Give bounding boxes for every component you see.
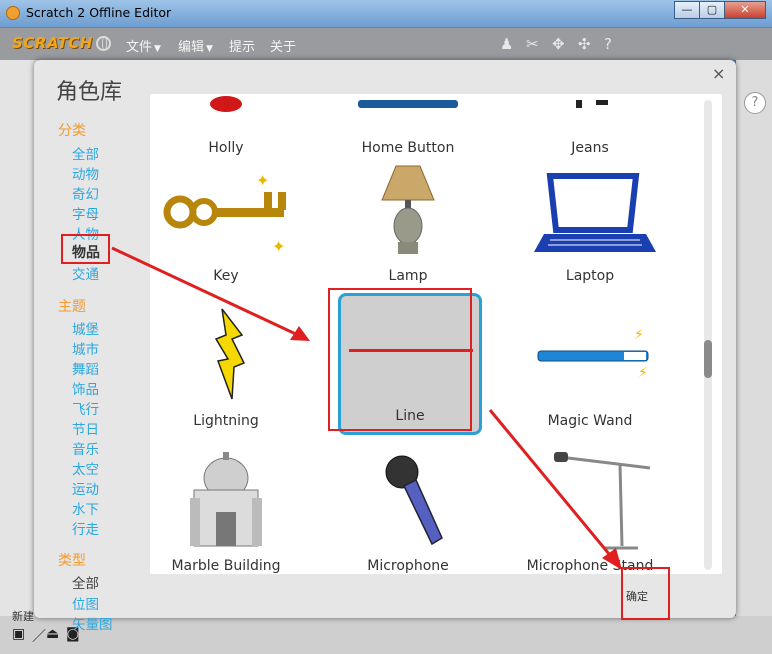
theme-flying[interactable]: 飞行	[72, 398, 99, 418]
sprite-tile-marble-building[interactable]: Marble Building	[150, 444, 302, 574]
help-icon[interactable]: ?	[604, 35, 612, 53]
theme-dance[interactable]: 舞蹈	[72, 358, 99, 378]
scratch-logo[interactable]: SCRATCH	[12, 34, 93, 52]
sprite-label: Marble Building	[171, 558, 281, 574]
editor-background-bottom	[0, 616, 772, 654]
microphone-stand-thumbnail	[554, 452, 651, 550]
sprite-label: Magic Wand	[547, 413, 633, 429]
key-thumbnail: ✦ ✦	[163, 171, 286, 256]
theme-city[interactable]: 城市	[72, 338, 99, 358]
chevron-down-icon: ▼	[206, 44, 213, 54]
menu-edit[interactable]: 编辑 ▼	[178, 36, 213, 55]
theme-castle[interactable]: 城堡	[72, 318, 99, 338]
theme-holiday[interactable]: 节日	[72, 418, 99, 438]
category-all[interactable]: 全部	[72, 143, 99, 163]
lamp-thumbnail	[381, 165, 435, 254]
window-title: Scratch 2 Offline Editor	[26, 5, 172, 20]
type-vector[interactable]: 矢量图	[72, 613, 113, 633]
sprite-tile-lamp[interactable]: Lamp	[332, 154, 484, 292]
category-fantasy[interactable]: 奇幻	[72, 183, 99, 203]
annotation-box-ok	[621, 567, 670, 620]
scratch-app-icon	[6, 6, 20, 20]
close-window-button[interactable]: ✕	[724, 1, 766, 19]
sprite-tile-laptop[interactable]: Laptop	[514, 154, 666, 292]
grid-scrollbar[interactable]	[704, 100, 712, 570]
maximize-button[interactable]: ▢	[699, 1, 725, 19]
menu-about[interactable]: 关于	[270, 36, 296, 55]
theme-heading: 主题	[58, 299, 86, 315]
sprite-label: Lamp	[388, 268, 428, 284]
window-controls: — ▢ ✕	[674, 1, 766, 19]
editor-background-left	[0, 60, 38, 654]
duplicate-stamp-icon[interactable]: ♟	[500, 35, 513, 53]
annotation-box-category	[61, 234, 110, 264]
holly-thumbnail	[210, 96, 242, 112]
minimize-button[interactable]: —	[674, 1, 700, 19]
magic-wand-thumbnail: ⚡ ⚡	[537, 327, 649, 381]
menu-file[interactable]: 文件 ▼	[126, 36, 161, 55]
home-button-thumbnail	[358, 100, 458, 108]
marble-building-thumbnail	[190, 452, 262, 547]
svg-text:✦: ✦	[272, 237, 285, 256]
paint-new-sprite-icon[interactable]: ▣	[12, 626, 25, 642]
scrollbar-thumb[interactable]	[704, 340, 712, 378]
sprite-label: Key	[213, 268, 239, 284]
svg-text:⚡: ⚡	[638, 365, 648, 381]
editor-menubar: SCRATCH 文件 ▼ 编辑 ▼ 提示 关于 ♟ ✂ ✥ ✣ ?	[0, 28, 772, 60]
grow-icon[interactable]: ✥	[552, 35, 565, 53]
brush-icon[interactable]: ／	[32, 626, 46, 646]
shrink-icon[interactable]: ✣	[578, 35, 591, 53]
sprite-tile-microphone-stand[interactable]: Microphone Stand	[514, 444, 666, 574]
lightning-thumbnail	[214, 308, 246, 400]
theme-space[interactable]: 太空	[72, 458, 99, 478]
theme-sports[interactable]: 运动	[72, 478, 99, 498]
sprite-tile-magic-wand[interactable]: ⚡ ⚡ Magic Wand	[514, 299, 666, 437]
delete-scissors-icon[interactable]: ✂	[526, 35, 539, 53]
sprite-tile-lightning[interactable]: Lightning	[150, 299, 302, 437]
type-heading: 类型	[58, 553, 86, 569]
microphone-thumbnail	[385, 455, 443, 546]
window-titlebar: Scratch 2 Offline Editor — ▢ ✕	[0, 0, 772, 28]
theme-walking[interactable]: 行走	[72, 518, 99, 538]
sprite-label: Lightning	[193, 413, 259, 429]
jeans-thumbnail	[576, 100, 608, 108]
chevron-down-icon: ▼	[154, 44, 161, 54]
theme-underwater[interactable]: 水下	[72, 498, 99, 518]
laptop-thumbnail	[534, 173, 656, 252]
dialog-title: 角色库	[56, 80, 123, 105]
svg-text:⚡: ⚡	[634, 327, 644, 343]
sprite-tile-key[interactable]: ✦ ✦ Key	[150, 154, 302, 292]
language-globe-icon[interactable]	[96, 36, 111, 51]
category-animals[interactable]: 动物	[72, 163, 99, 183]
editor-background-right	[736, 60, 772, 654]
theme-dress-up[interactable]: 饰品	[72, 378, 99, 398]
upload-icon[interactable]: ⏏	[46, 626, 59, 642]
sprite-tile-microphone[interactable]: Microphone	[332, 444, 484, 574]
theme-music[interactable]: 音乐	[72, 438, 99, 458]
annotation-box-line	[328, 288, 472, 431]
svg-text:✦: ✦	[256, 171, 269, 190]
type-bitmap[interactable]: 位图	[72, 593, 99, 613]
new-sprite-label: 新建	[12, 610, 34, 623]
category-letters[interactable]: 字母	[72, 203, 99, 223]
sprite-label: Microphone	[367, 558, 449, 574]
close-icon[interactable]: ×	[712, 64, 725, 83]
menu-tips[interactable]: 提示	[229, 36, 255, 55]
type-all[interactable]: 全部	[72, 572, 99, 592]
help-circle-icon[interactable]: ?	[744, 92, 766, 114]
sprite-label: Laptop	[565, 268, 615, 284]
category-transportation[interactable]: 交通	[72, 263, 99, 283]
category-heading: 分类	[58, 123, 86, 139]
